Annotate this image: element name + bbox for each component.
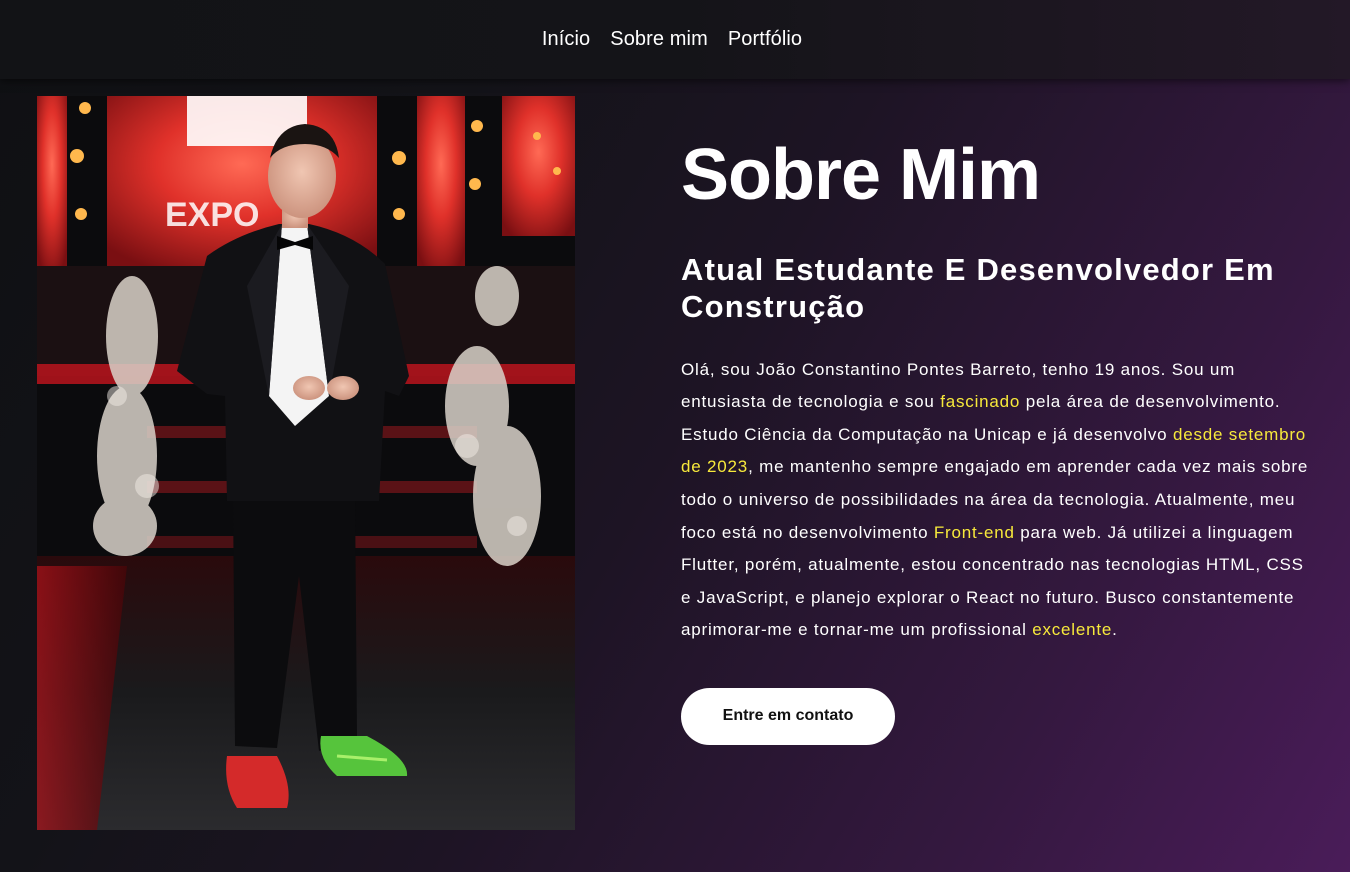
nav-link-portfolio[interactable]: Portfólio xyxy=(728,28,802,51)
bio-text: . xyxy=(1112,620,1118,640)
bio-highlight: Front-end xyxy=(933,522,1015,542)
bio-highlight: excelente xyxy=(1032,620,1113,640)
navbar: Início Sobre mim Portfólio xyxy=(0,0,1350,79)
backdrop-logo: EXPO xyxy=(165,196,259,234)
profile-photo: EXPO xyxy=(37,96,575,830)
nav-links: Início Sobre mim Portfólio xyxy=(542,28,802,51)
page-title: Sobre Mim xyxy=(681,135,1041,215)
bio-paragraph: Olá, sou João Constantino Pontes Barreto… xyxy=(681,354,1311,647)
bio-highlight: fascinado xyxy=(940,392,1021,412)
contact-button[interactable]: Entre em contato xyxy=(681,687,895,745)
nav-link-sobre-mim[interactable]: Sobre mim xyxy=(610,28,708,51)
page-subtitle: Atual Estudante E Desenvolvedor Em Const… xyxy=(681,252,1275,325)
nav-link-inicio[interactable]: Início xyxy=(542,28,590,51)
about-section: Sobre Mim Atual Estudante E Desenvolvedo… xyxy=(681,135,1321,745)
